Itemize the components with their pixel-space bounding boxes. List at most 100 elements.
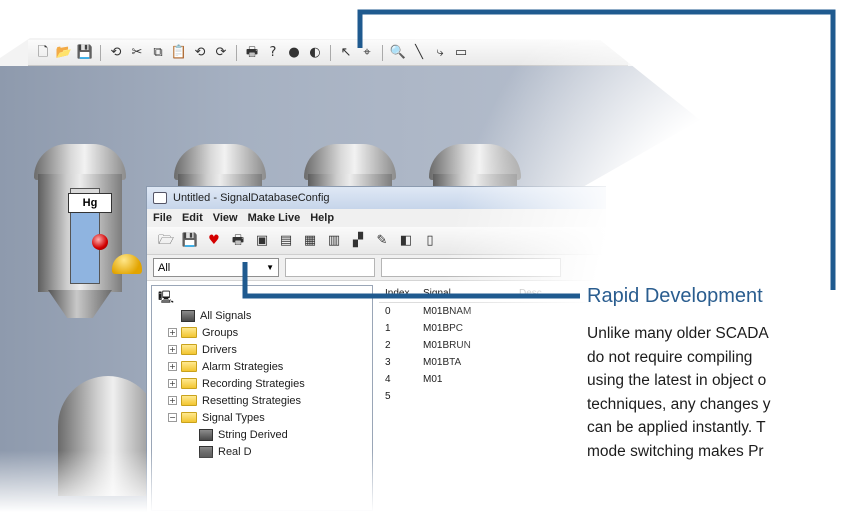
- list-item[interactable]: 0 M01BNAM: [379, 303, 606, 320]
- print-icon[interactable]: 🖶: [229, 232, 247, 250]
- stop-icon[interactable]: ◐: [306, 44, 324, 62]
- cell-signal: M01BTA: [423, 357, 462, 368]
- link-icon[interactable]: ▞: [349, 232, 367, 250]
- help-icon[interactable]: ?: [264, 44, 282, 62]
- tree-item[interactable]: All Signals: [158, 307, 372, 324]
- node-icon[interactable]: ⌖: [358, 44, 376, 62]
- alarm-lamp: [92, 234, 108, 250]
- tree-item[interactable]: − Signal Types: [158, 409, 372, 426]
- menu-view[interactable]: View: [213, 212, 238, 224]
- tree-item[interactable]: + Resetting Strategies: [158, 392, 372, 409]
- column-desc[interactable]: Desc: [519, 288, 542, 299]
- filter-select-value: All: [158, 261, 171, 274]
- signal-database-config-window: Untitled - SignalDatabaseConfig File Edi…: [146, 186, 606, 512]
- table-icon: [199, 445, 213, 458]
- callout-line: techniques, any changes y: [587, 395, 771, 413]
- callout-title: Rapid Development: [587, 285, 763, 307]
- tree-item-label: Signal Types: [202, 411, 265, 424]
- filter-input[interactable]: [285, 258, 375, 277]
- edit-icon[interactable]: ✎: [373, 232, 391, 250]
- pointer-icon[interactable]: ↖: [337, 44, 355, 62]
- rectangle-icon[interactable]: ▭: [452, 44, 470, 62]
- paste-icon[interactable]: 📋: [170, 44, 188, 62]
- zoom-icon[interactable]: 🔍: [389, 44, 407, 62]
- cell-index: 4: [385, 374, 391, 385]
- callout-line: mode switching makes Pr: [587, 442, 764, 460]
- app-icon: [153, 192, 167, 204]
- tree-spacer[interactable]: [168, 311, 177, 320]
- heart-icon[interactable]: ♥: [205, 232, 223, 250]
- undo-icon[interactable]: ⟲: [107, 44, 125, 62]
- grid-icon[interactable]: ▤: [277, 232, 295, 250]
- table-icon[interactable]: ▥: [325, 232, 343, 250]
- toolbar-separator: [236, 44, 237, 61]
- expand-icon[interactable]: +: [168, 345, 177, 354]
- tree-item[interactable]: String Derived: [158, 426, 372, 443]
- tank-label: Hg: [68, 193, 112, 213]
- toolbar: 🗁 💾 ♥ 🖶 ▣ ▤ ▦ ▥ ▞ ✎ ◧ ▯: [147, 227, 606, 255]
- tree-spacer[interactable]: [186, 430, 195, 439]
- expand-icon[interactable]: +: [168, 396, 177, 405]
- expand-icon[interactable]: +: [168, 379, 177, 388]
- window-title: Untitled - SignalDatabaseConfig: [173, 192, 330, 204]
- line-icon[interactable]: ╲: [410, 44, 428, 62]
- toolbar-separator: [382, 44, 383, 61]
- menu-help[interactable]: Help: [310, 212, 334, 224]
- computer-icon: 🖳: [158, 290, 175, 304]
- save-icon[interactable]: 💾: [76, 44, 94, 62]
- open-icon[interactable]: 📂: [55, 44, 73, 62]
- cell-signal: M01: [423, 374, 443, 385]
- cell-index: 0: [385, 306, 391, 317]
- print-icon[interactable]: 🖶: [243, 44, 261, 62]
- new-icon[interactable]: 🗋: [34, 44, 52, 62]
- view-icon[interactable]: ▣: [253, 232, 271, 250]
- menu-make-live[interactable]: Make Live: [248, 212, 301, 224]
- list-item[interactable]: 5: [379, 388, 606, 405]
- signal-list[interactable]: Index Signal Desc 0 M01BNAM 1 M01BPC 2 M01BRU…: [379, 285, 606, 511]
- search-input[interactable]: [381, 258, 561, 277]
- tree-item-label: Alarm Strategies: [202, 360, 284, 373]
- copy-icon[interactable]: ⧉: [149, 44, 167, 62]
- menu-file[interactable]: File: [153, 212, 172, 224]
- cell-index: 5: [385, 391, 391, 402]
- folder-icon: [181, 361, 197, 372]
- cut-icon[interactable]: ✂: [128, 44, 146, 62]
- list-item[interactable]: 4 M01: [379, 371, 606, 388]
- chevron-down-icon: ▼: [266, 263, 274, 272]
- folder-icon: [181, 327, 197, 338]
- tree-item[interactable]: + Drivers: [158, 341, 372, 358]
- filter-select[interactable]: All ▼: [153, 258, 279, 277]
- list-item[interactable]: 3 M01BTA: [379, 354, 606, 371]
- tree-root[interactable]: 🖳: [158, 290, 372, 307]
- collapse-icon[interactable]: −: [168, 413, 177, 422]
- export-icon[interactable]: ▦: [301, 232, 319, 250]
- tree-spacer[interactable]: [186, 447, 195, 456]
- cell-signal: M01BRUN: [423, 340, 471, 351]
- column-signal[interactable]: Signal: [419, 288, 519, 299]
- folder-icon: [181, 344, 197, 355]
- signal-tree[interactable]: 🖳 All Signals + Groups + Drivers + Alarm Strat…: [151, 285, 373, 511]
- tree-item[interactable]: + Recording Strategies: [158, 375, 372, 392]
- expand-icon[interactable]: +: [168, 328, 177, 337]
- open-icon[interactable]: 🗁: [157, 232, 175, 250]
- run-icon[interactable]: ●: [285, 44, 303, 62]
- menu-edit[interactable]: Edit: [182, 212, 203, 224]
- window-icon[interactable]: ▯: [421, 232, 439, 250]
- tree-item[interactable]: Real D: [158, 443, 372, 460]
- polyline-icon[interactable]: ⤷: [431, 44, 449, 62]
- list-item[interactable]: 1 M01BPC: [379, 320, 606, 337]
- rotate-right-icon[interactable]: ⟳: [212, 44, 230, 62]
- save-icon[interactable]: 💾: [181, 232, 199, 250]
- toolbar-separator: [100, 44, 101, 61]
- tree-item[interactable]: + Groups: [158, 324, 372, 341]
- panel-icon[interactable]: ◧: [397, 232, 415, 250]
- tree-item-label: All Signals: [200, 309, 252, 322]
- rotate-left-icon[interactable]: ⟲: [191, 44, 209, 62]
- column-index[interactable]: Index: [379, 288, 419, 299]
- expand-icon[interactable]: +: [168, 362, 177, 371]
- tree-item-label: Drivers: [202, 343, 237, 356]
- tree-item-label: Resetting Strategies: [202, 394, 302, 407]
- list-item[interactable]: 2 M01BRUN: [379, 337, 606, 354]
- tank[interactable]: [30, 144, 130, 324]
- tree-item[interactable]: + Alarm Strategies: [158, 358, 372, 375]
